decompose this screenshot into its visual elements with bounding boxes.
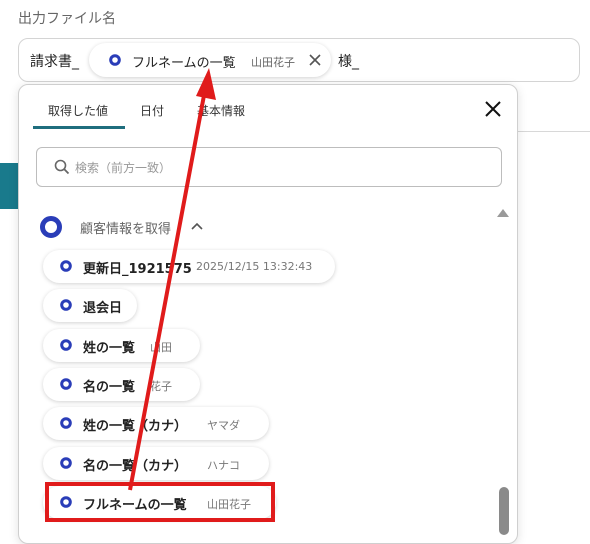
list-item[interactable]: 姓の一覧 山田 xyxy=(43,329,200,362)
item-name: 更新日_1921575 xyxy=(83,262,192,277)
item-name: 名の一覧（カナ） xyxy=(83,459,188,474)
filename-prefix: 請求書_ xyxy=(30,54,79,70)
close-icon[interactable] xyxy=(484,100,502,118)
chip-value: 山田花子 xyxy=(251,56,295,69)
filename-variable-chip[interactable]: フルネームの一覧 山田花子 xyxy=(89,43,331,77)
ring-icon xyxy=(60,378,72,390)
search-box[interactable] xyxy=(36,147,502,187)
item-value: ハナコ xyxy=(207,459,240,472)
item-value: 山田 xyxy=(150,341,172,354)
item-name: 名の一覧 xyxy=(83,380,136,395)
chip-name: フルネームの一覧 xyxy=(132,56,236,71)
divider xyxy=(516,131,590,132)
item-name: 退会日 xyxy=(83,301,123,316)
ring-icon xyxy=(60,299,72,311)
filename-suffix: 様_ xyxy=(338,54,359,70)
search-icon xyxy=(54,159,70,175)
value-picker-panel: 取得した値 日付 基本情報 顧客情報を取得 更新日_1921575 2025/1… xyxy=(18,84,518,544)
group-title: 顧客情報を取得 xyxy=(80,222,172,237)
output-filename-field[interactable]: 請求書_ フルネームの一覧 山田花子 様_ xyxy=(18,38,580,82)
list-item[interactable]: 姓の一覧（カナ） ヤマダ xyxy=(43,407,269,440)
search-input[interactable] xyxy=(73,157,477,179)
tab-acquired-values[interactable]: 取得した値 xyxy=(48,102,108,119)
tab-date[interactable]: 日付 xyxy=(140,102,164,119)
list-item[interactable]: 更新日_1921575 2025/12/15 13:32:43 xyxy=(43,250,335,283)
list-item[interactable]: 名の一覧（カナ） ハナコ xyxy=(43,447,269,480)
tab-basic-info[interactable]: 基本情報 xyxy=(197,102,245,119)
list-item[interactable]: 名の一覧 花子 xyxy=(43,368,200,401)
scroll-up-arrow[interactable] xyxy=(497,209,509,217)
item-value: ヤマダ xyxy=(207,419,240,432)
ring-icon xyxy=(60,417,72,429)
ring-icon xyxy=(40,216,62,238)
item-name: 姓の一覧 xyxy=(83,341,136,356)
ring-icon xyxy=(60,339,72,351)
item-name: 姓の一覧（カナ） xyxy=(83,419,188,434)
chevron-up-icon[interactable] xyxy=(191,222,203,230)
background-button-edge xyxy=(0,163,18,209)
ring-icon xyxy=(60,260,72,272)
active-tab-indicator xyxy=(33,126,125,129)
list-item[interactable]: 退会日 xyxy=(43,289,137,322)
annotation-highlight-box xyxy=(45,482,275,522)
output-filename-label: 出力ファイル名 xyxy=(18,11,116,27)
ring-icon xyxy=(109,54,121,66)
chip-remove-icon[interactable] xyxy=(307,52,323,68)
scrollbar-thumb[interactable] xyxy=(499,487,509,535)
item-value: 花子 xyxy=(150,380,172,393)
ring-icon xyxy=(60,457,72,469)
item-value: 2025/12/15 13:32:43 xyxy=(196,260,313,273)
